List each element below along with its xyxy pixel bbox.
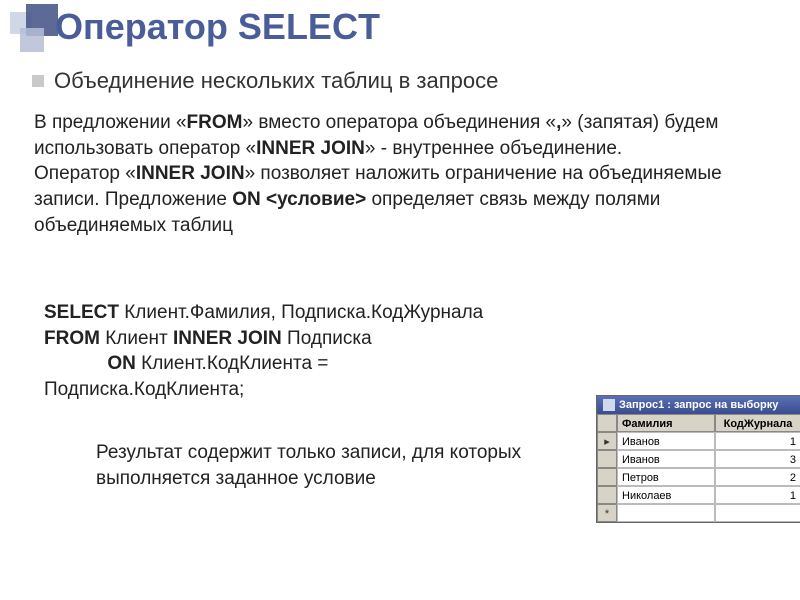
row-selector[interactable] xyxy=(597,450,617,468)
subtitle: Объединение нескольких таблиц в запросе xyxy=(54,68,498,94)
sql-text: Клиент.Фамилия, Подписка.КодЖурнала xyxy=(119,302,483,323)
window-title: Запрос1 : запрос на выборку xyxy=(619,399,778,411)
cell-value[interactable]: Иванов xyxy=(617,432,715,450)
column-header[interactable]: КодЖурнала xyxy=(715,414,800,432)
result-note: Результат содержит только записи, для ко… xyxy=(96,440,576,491)
window-titlebar[interactable]: Запрос1 : запрос на выборку xyxy=(597,396,800,414)
table-row[interactable]: ▸ Иванов 1 xyxy=(597,432,800,450)
sql-example: SELECT Клиент.Фамилия, Подписка.КодЖурна… xyxy=(44,300,594,403)
indent xyxy=(44,353,107,374)
explanation-paragraph: В предложении «FROM» вместо оператора об… xyxy=(34,110,754,238)
row-selector-header[interactable] xyxy=(597,414,617,432)
bullet-icon xyxy=(32,75,44,87)
cell-value[interactable] xyxy=(617,504,715,522)
query-result-window: Запрос1 : запрос на выборку Фамилия КодЖ… xyxy=(596,395,800,523)
cell-value[interactable]: Иванов xyxy=(617,450,715,468)
deco-square xyxy=(20,28,44,52)
row-selector[interactable] xyxy=(597,486,617,504)
row-selector[interactable]: ▸ xyxy=(597,432,617,450)
keyword-select: SELECT xyxy=(44,302,119,323)
table-header: Фамилия КодЖурнала xyxy=(597,414,800,432)
column-header[interactable]: Фамилия xyxy=(617,414,715,432)
cell-value[interactable]: 1 xyxy=(715,486,800,504)
page-title: Оператор SELECT xyxy=(55,6,380,48)
sql-line: ON Клиент.КодКлиента = xyxy=(44,351,594,377)
text: » - внутреннее объединение. xyxy=(365,138,622,159)
text: Оператор « xyxy=(34,163,136,184)
sql-text: Подписка.КодКлиента; xyxy=(44,379,244,400)
keyword-from: FROM xyxy=(44,328,100,349)
keyword-on: ON xyxy=(107,353,136,374)
text: » вместо оператора объединения « xyxy=(242,112,556,133)
sql-text: Клиент xyxy=(100,328,173,349)
table-row[interactable]: Иванов 3 xyxy=(597,450,800,468)
keyword-inner-join: INNER JOIN xyxy=(136,163,245,184)
table-new-row[interactable]: * xyxy=(597,504,800,522)
cell-value[interactable]: Петров xyxy=(617,468,715,486)
keyword-on-clause: ON <условие> xyxy=(232,189,366,210)
row-selector[interactable]: * xyxy=(597,504,617,522)
sql-text: Клиент.КодКлиента = xyxy=(136,353,329,374)
sql-line: SELECT Клиент.Фамилия, Подписка.КодЖурна… xyxy=(44,300,594,326)
datasheet-icon xyxy=(603,399,615,411)
cell-value[interactable]: 3 xyxy=(715,450,800,468)
cell-value[interactable]: 1 xyxy=(715,432,800,450)
sql-line: FROM Клиент INNER JOIN Подписка xyxy=(44,326,594,352)
sql-line: Подписка.КодКлиента; xyxy=(44,377,594,403)
subtitle-line: Объединение нескольких таблиц в запросе xyxy=(32,68,498,94)
cell-value[interactable] xyxy=(715,504,800,522)
text: В предложении « xyxy=(34,112,187,133)
keyword-inner-join: INNER JOIN xyxy=(173,328,282,349)
cell-value[interactable]: 2 xyxy=(715,468,800,486)
table-row[interactable]: Петров 2 xyxy=(597,468,800,486)
sql-text: Подписка xyxy=(282,328,372,349)
keyword-from: FROM xyxy=(187,112,243,133)
datasheet-grid: Фамилия КодЖурнала ▸ Иванов 1 Иванов 3 П… xyxy=(597,414,800,522)
keyword-inner-join: INNER JOIN xyxy=(256,138,365,159)
table-row[interactable]: Николаев 1 xyxy=(597,486,800,504)
row-selector[interactable] xyxy=(597,468,617,486)
cell-value[interactable]: Николаев xyxy=(617,486,715,504)
